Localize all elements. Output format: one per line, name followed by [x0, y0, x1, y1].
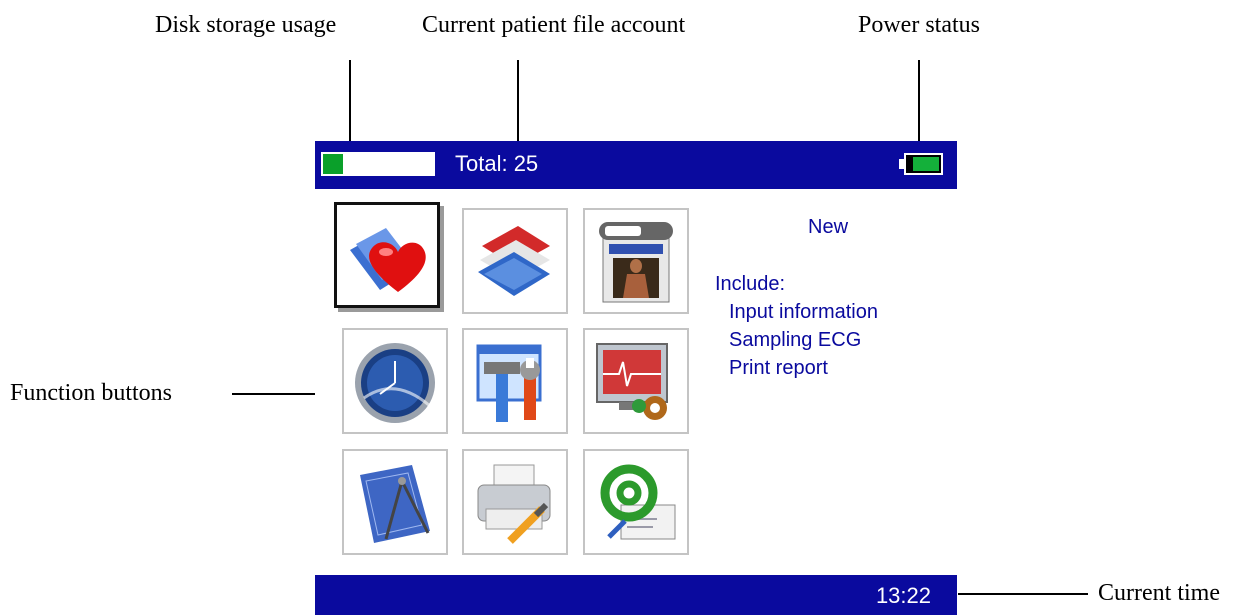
readme-guide-icon — [599, 222, 673, 303]
battery-icon — [899, 153, 943, 175]
time-callout-line — [958, 593, 1088, 595]
blueprint-compass-button[interactable] — [342, 449, 448, 555]
power-callout-line — [918, 60, 920, 142]
new-ecg-icon — [350, 228, 426, 292]
patient-files-button[interactable] — [462, 208, 568, 314]
patient-callout-line — [517, 60, 519, 142]
bottom-status-bar: 13:22 — [315, 575, 957, 615]
include-item: Input information — [729, 301, 878, 323]
status-bar: Total: 25 — [315, 141, 957, 189]
disk-callout-line — [349, 60, 351, 142]
battery-charge-fill — [913, 157, 939, 171]
disk-storage-annotation: Disk storage usage — [155, 12, 337, 38]
disk-usage-meter — [321, 152, 435, 176]
function-buttons-annotation: Function buttons — [10, 380, 173, 406]
tools-settings-icon — [476, 344, 542, 422]
include-item: Sampling ECG — [729, 329, 862, 351]
ecg-monitor-settings-button[interactable] — [583, 328, 689, 434]
new-ecg-button[interactable] — [334, 202, 440, 308]
patient-total-label: Total: 25 — [455, 151, 539, 176]
patient-count-annotation: Current patient file account — [422, 12, 686, 38]
battery-body — [904, 153, 943, 175]
disk-usage-fill — [323, 154, 343, 174]
current-time: 13:22 — [875, 583, 931, 608]
blueprint-compass-icon — [360, 465, 430, 543]
clock-icon — [355, 343, 435, 423]
info-title: New — [808, 216, 849, 238]
email-icon — [600, 464, 676, 540]
ecg-monitor-settings-icon — [596, 343, 668, 420]
printer-settings-icon — [477, 464, 551, 544]
email-button[interactable] — [583, 449, 689, 555]
current-time-annotation: Current time — [1098, 580, 1220, 606]
device-screen: Total: 25 New Include: Input information… — [315, 141, 957, 615]
tools-settings-button[interactable] — [462, 328, 568, 434]
clock-button[interactable] — [342, 328, 448, 434]
patient-files-icon — [478, 226, 550, 296]
printer-settings-button[interactable] — [462, 449, 568, 555]
readme-guide-button[interactable] — [583, 208, 689, 314]
include-label: Include: — [715, 273, 786, 295]
power-status-annotation: Power status — [858, 12, 980, 38]
include-item: Print report — [729, 357, 828, 379]
